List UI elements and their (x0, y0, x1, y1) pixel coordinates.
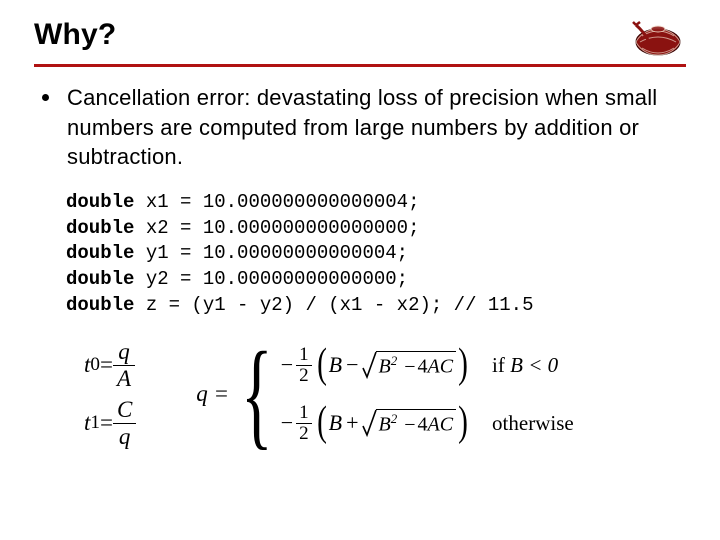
fraction-half: 1 2 (296, 345, 312, 386)
numerator: q (114, 339, 134, 364)
denominator: 2 (296, 424, 312, 444)
equation-t0: t0 = q A (84, 336, 136, 394)
slide-title: Why? (34, 18, 686, 52)
paren-group: ( B + B2 −4AC ) (315, 404, 470, 442)
minus-sign: − (281, 352, 293, 378)
code-keyword: double (66, 294, 134, 316)
const-4: 4 (417, 356, 427, 378)
slide: Why? Cancellation error: devastating los… (0, 0, 720, 540)
equals: = (100, 410, 113, 436)
math-left-column: t0 = q A t1 = C q (84, 336, 136, 452)
case-row-1: − 1 2 ( B − (281, 336, 574, 394)
minus-sign: − (342, 352, 362, 378)
code-line-4: y2 = 10.00000000000000; (134, 268, 408, 290)
code-line-5: z = (y1 - y2) / (x1 - x2); // 11.5 (134, 294, 533, 316)
fraction-half: 1 2 (296, 403, 312, 444)
code-line-1: x1 = 10.000000000000004; (134, 191, 419, 213)
left-brace-icon: { (241, 340, 273, 448)
denominator: 2 (296, 366, 312, 386)
subscript-1: 1 (90, 412, 100, 434)
cond-expr: B < 0 (510, 353, 558, 377)
var-AC: AC (427, 356, 453, 378)
var-B: B (329, 410, 342, 436)
bullet-dot-icon (42, 94, 49, 101)
left-paren-icon: ( (317, 404, 327, 442)
radicand: B2 −4AC (376, 351, 456, 379)
var-B: B (329, 352, 342, 378)
code-block: double x1 = 10.000000000000004; double x… (66, 190, 686, 318)
slide-header: Why? (34, 18, 686, 67)
paren-group: ( B − B2 −4AC ) (315, 346, 470, 384)
equation-t1: t1 = C q (84, 394, 136, 452)
square-root: B2 −4AC (362, 409, 456, 437)
var-B: B (378, 356, 390, 378)
radicand: B2 −4AC (376, 409, 456, 437)
fraction-C-over-q: C q (113, 397, 136, 449)
condition-if: if B < 0 (492, 353, 558, 378)
bullet-item: Cancellation error: devastating loss of … (34, 83, 686, 172)
var-AC: AC (427, 414, 453, 436)
code-line-3: y1 = 10.00000000000004; (134, 242, 408, 264)
var-B: B (378, 414, 390, 436)
minus-sign: − (402, 414, 417, 436)
code-keyword: double (66, 191, 134, 213)
code-keyword: double (66, 217, 134, 239)
plus-sign: + (342, 410, 362, 436)
cases-body: − 1 2 ( B − (281, 336, 574, 452)
denominator: A (113, 366, 135, 391)
numerator: 1 (296, 403, 312, 423)
math-formula: t0 = q A t1 = C q q = { (84, 336, 686, 452)
superscript-2: 2 (391, 353, 398, 368)
numerator: C (113, 397, 136, 422)
const-4: 4 (417, 414, 427, 436)
code-keyword: double (66, 268, 134, 290)
radical-icon (362, 351, 377, 379)
minus-sign: − (281, 410, 293, 436)
superscript-2: 2 (391, 411, 398, 426)
minus-sign: − (402, 356, 417, 378)
right-paren-icon: ) (458, 346, 468, 384)
equals: = (100, 352, 113, 378)
right-paren-icon: ) (458, 404, 468, 442)
square-root: B2 −4AC (362, 351, 456, 379)
condition-otherwise: otherwise (492, 411, 574, 436)
if-label: if (492, 353, 510, 377)
bullet-text: Cancellation error: devastating loss of … (67, 83, 686, 172)
radical-icon (362, 409, 377, 437)
left-paren-icon: ( (317, 346, 327, 384)
math-cases: q = { − 1 2 ( B − (196, 336, 573, 452)
logo-icon (622, 16, 692, 60)
fraction-q-over-A: q A (113, 339, 135, 391)
case-row-2: − 1 2 ( B + (281, 394, 574, 452)
denominator: q (115, 424, 135, 449)
q-equals: q = (196, 381, 229, 407)
code-keyword: double (66, 242, 134, 264)
numerator: 1 (296, 345, 312, 365)
subscript-0: 0 (90, 354, 100, 376)
code-line-2: x2 = 10.000000000000000; (134, 217, 419, 239)
